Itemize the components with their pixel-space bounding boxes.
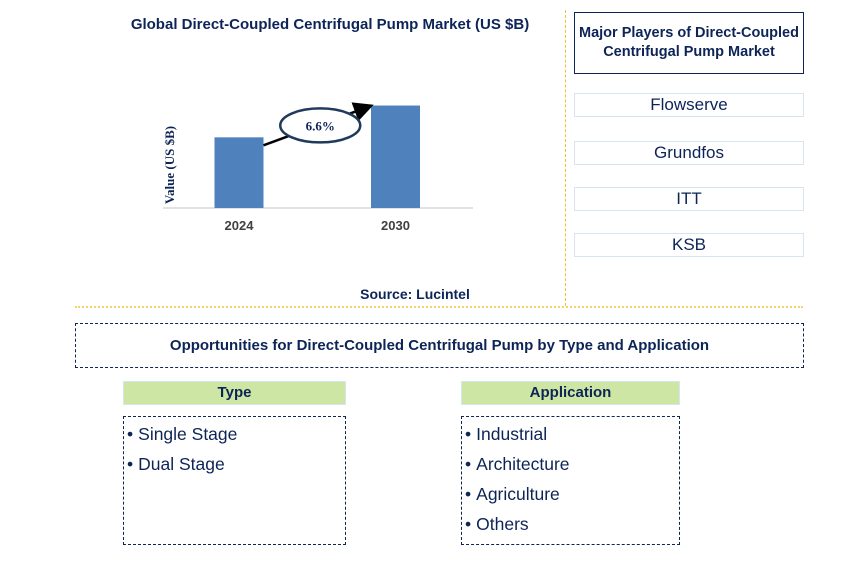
application-item: Industrial <box>465 419 679 449</box>
bar-2024 <box>214 137 264 208</box>
source-label: Source: Lucintel <box>360 286 470 302</box>
type-item: Dual Stage <box>127 449 345 479</box>
player-item: Grundfos <box>574 141 804 165</box>
player-item: KSB <box>574 233 804 257</box>
player-item: ITT <box>574 187 804 211</box>
application-item: Architecture <box>465 449 679 479</box>
x-tick-label: 2030 <box>381 218 410 233</box>
type-item: Single Stage <box>127 419 345 449</box>
player-item: Flowserve <box>574 93 804 117</box>
vertical-divider <box>565 10 566 306</box>
application-list-box: Industrial Architecture Agriculture Othe… <box>461 416 680 545</box>
horizontal-divider <box>75 306 803 308</box>
bar-2030 <box>371 105 420 208</box>
opportunities-title: Opportunities for Direct-Coupled Centrif… <box>75 323 804 368</box>
application-item: Others <box>465 509 679 539</box>
players-title: Major Players of Direct-Coupled Centrifu… <box>574 12 804 74</box>
type-list-box: Single Stage Dual Stage <box>123 416 346 545</box>
x-tick-label: 2024 <box>225 218 255 233</box>
type-header: Type <box>123 381 346 405</box>
application-item: Agriculture <box>465 479 679 509</box>
cagr-label: 6.6% <box>306 118 335 133</box>
players-title-text: Major Players of Direct-Coupled Centrifu… <box>579 25 799 60</box>
application-header: Application <box>461 381 680 405</box>
